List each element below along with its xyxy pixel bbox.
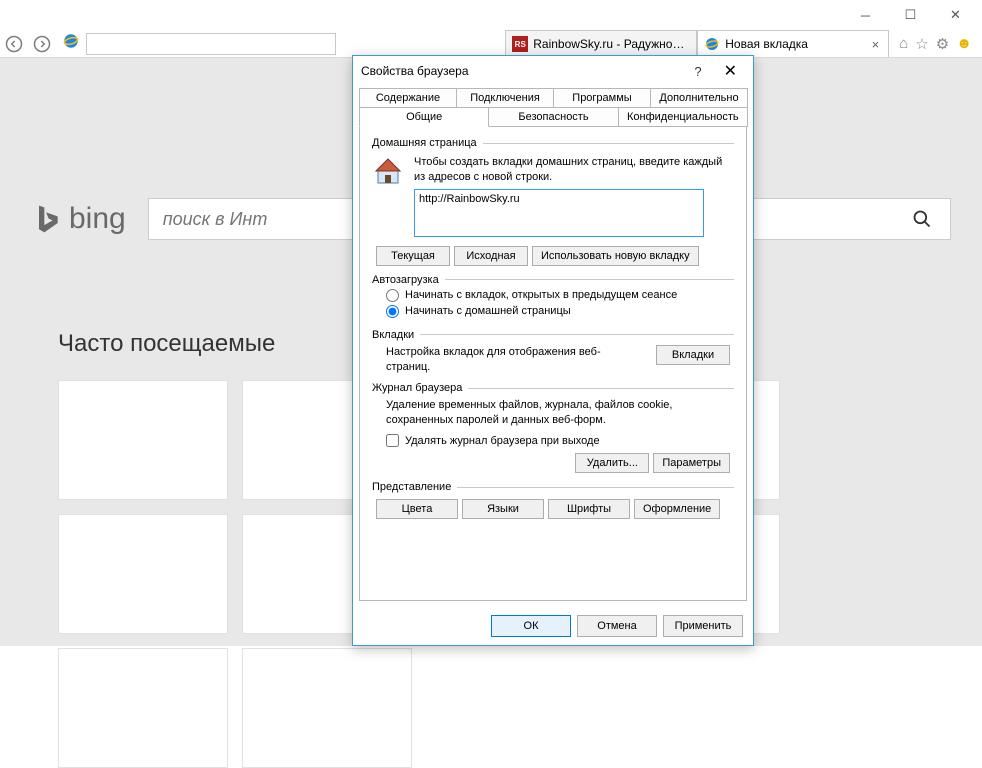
dialog-titlebar: Свойства браузера ? ✕ (353, 56, 753, 86)
radio-label: Начинать с вкладок, открытых в предыдуще… (405, 289, 677, 301)
tab-advanced[interactable]: Дополнительно (650, 88, 748, 108)
dialog-help-button[interactable]: ? (680, 64, 715, 79)
ie-logo-icon (56, 32, 80, 55)
tabs-description: Настройка вкладок для отображения веб-ст… (386, 345, 606, 375)
tools-gear-icon[interactable]: ⚙ (936, 35, 949, 53)
toolbar-icons: ⌂ ☆ ⚙ ☻ (889, 35, 982, 53)
use-default-button[interactable]: Исходная (454, 246, 528, 266)
home-icon[interactable]: ⌂ (899, 35, 908, 53)
history-settings-button[interactable]: Параметры (653, 453, 730, 473)
fonts-button[interactable]: Шрифты (548, 499, 630, 519)
dialog-footer: ОК Отмена Применить (353, 607, 753, 645)
dialog-close-button[interactable]: ✕ (716, 61, 745, 81)
tab-privacy[interactable]: Конфиденциальность (618, 107, 748, 127)
delete-on-exit-checkbox[interactable]: Удалять журнал браузера при выходе (386, 434, 734, 447)
search-button[interactable] (894, 199, 950, 239)
history-group: Журнал браузера Удаление временных файло… (372, 382, 734, 473)
site-tile[interactable] (58, 514, 228, 634)
apply-button[interactable]: Применить (663, 615, 743, 637)
address-bar[interactable] (86, 33, 336, 55)
tab-title: RainbowSky.ru - Радужное Не… (533, 37, 690, 51)
ok-button[interactable]: ОК (491, 615, 571, 637)
favicon-icon (704, 36, 720, 52)
startup-home-radio[interactable]: Начинать с домашней страницы (386, 305, 734, 318)
internet-options-dialog: Свойства браузера ? ✕ Содержание Подключ… (352, 55, 754, 646)
favorites-icon[interactable]: ☆ (915, 35, 928, 53)
window-titlebar: ─ ☐ ✕ (0, 0, 982, 30)
checkbox-label: Удалять журнал браузера при выходе (405, 435, 600, 447)
group-label: Журнал браузера (372, 382, 462, 394)
tab-security[interactable]: Безопасность (488, 107, 618, 127)
window-minimize-button[interactable]: ─ (843, 1, 888, 29)
appearance-group: Представление Цвета Языки Шрифты Оформле… (372, 481, 734, 519)
radio-label: Начинать с домашней страницы (405, 305, 571, 317)
bing-logo: bing (31, 202, 126, 236)
tabs-group: Вкладки Настройка вкладок для отображени… (372, 329, 734, 375)
accessibility-button[interactable]: Оформление (634, 499, 720, 519)
dialog-tabstrip: Содержание Подключения Программы Дополни… (353, 86, 753, 127)
colors-button[interactable]: Цвета (376, 499, 458, 519)
smiley-icon[interactable]: ☻ (956, 35, 972, 53)
home-page-group: Домашняя страница Чтобы создать вкладки … (372, 137, 734, 266)
tab-connections[interactable]: Подключения (456, 88, 554, 108)
browser-navbar: RS RainbowSky.ru - Радужное Не… Новая вк… (0, 30, 982, 58)
home-description: Чтобы создать вкладки домашних страниц, … (414, 155, 734, 185)
window-maximize-button[interactable]: ☐ (888, 1, 933, 29)
search-icon (912, 209, 932, 229)
site-tile[interactable] (58, 380, 228, 500)
home-icon (372, 155, 404, 240)
tab-programs[interactable]: Программы (553, 88, 651, 108)
site-tile[interactable] (58, 648, 228, 768)
use-newtab-button[interactable]: Использовать новую вкладку (532, 246, 699, 266)
bing-label: bing (69, 202, 126, 236)
tab-general[interactable]: Общие (359, 107, 489, 127)
startup-group: Автозагрузка Начинать с вкладок, открыты… (372, 274, 734, 321)
dialog-title: Свойства браузера (361, 64, 680, 78)
history-description: Удаление временных файлов, журнала, файл… (386, 398, 734, 428)
tab-title: Новая вкладка (725, 37, 868, 51)
delete-history-button[interactable]: Удалить... (575, 453, 649, 473)
browser-tab[interactable]: Новая вкладка × (697, 30, 889, 57)
startup-tabs-radio[interactable]: Начинать с вкладок, открытых в предыдуще… (386, 289, 734, 302)
tab-close-icon[interactable]: × (869, 37, 883, 52)
browser-tabs: RS RainbowSky.ru - Радужное Не… Новая вк… (505, 30, 889, 57)
tabs-settings-button[interactable]: Вкладки (656, 345, 730, 365)
group-label: Вкладки (372, 329, 414, 341)
use-current-button[interactable]: Текущая (376, 246, 450, 266)
cancel-button[interactable]: Отмена (577, 615, 657, 637)
window-close-button[interactable]: ✕ (933, 1, 978, 29)
favicon-icon: RS (512, 36, 528, 52)
browser-tab[interactable]: RS RainbowSky.ru - Радужное Не… (505, 30, 697, 57)
site-tile[interactable] (242, 648, 412, 768)
home-url-input[interactable] (414, 189, 704, 237)
nav-back-button[interactable] (0, 31, 28, 57)
tab-content[interactable]: Содержание (359, 88, 457, 108)
group-label: Домашняя страница (372, 137, 477, 149)
group-label: Автозагрузка (372, 274, 439, 286)
group-label: Представление (372, 481, 451, 493)
nav-forward-button[interactable] (28, 31, 56, 57)
languages-button[interactable]: Языки (462, 499, 544, 519)
general-tab-pane: Домашняя страница Чтобы создать вкладки … (359, 127, 747, 601)
